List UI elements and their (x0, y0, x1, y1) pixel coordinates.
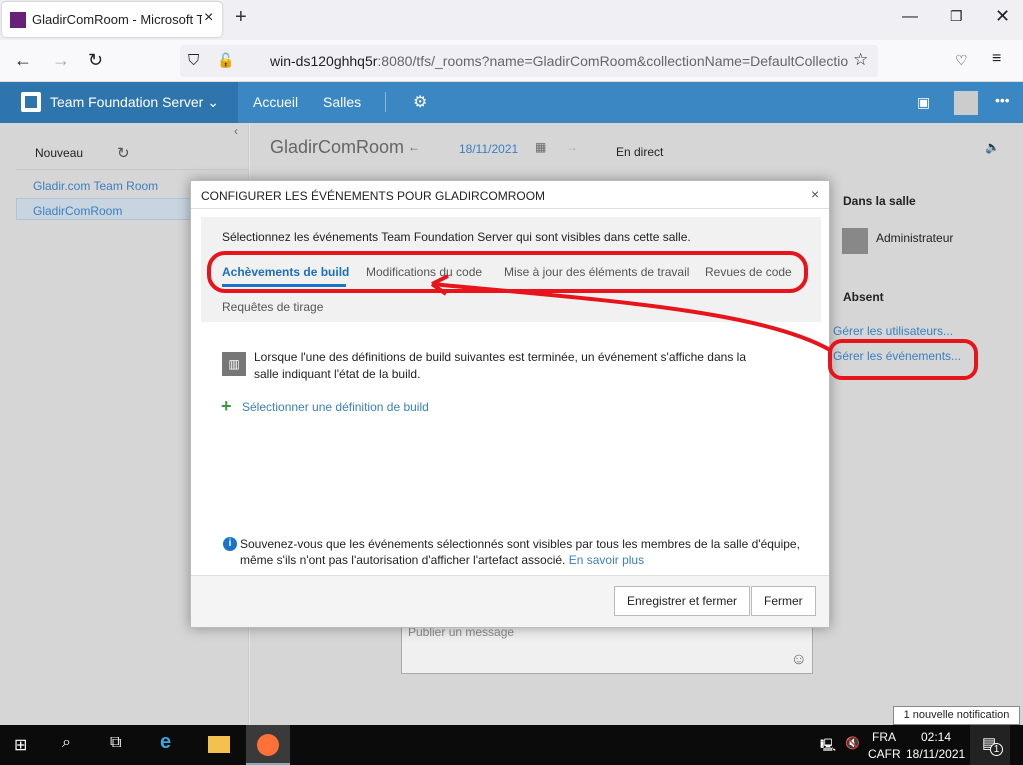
notification-toast[interactable]: 1 nouvelle notification (893, 706, 1020, 725)
network-icon[interactable]: 🖳 (820, 736, 836, 757)
clock-time[interactable]: 02:14 (921, 730, 951, 744)
action-center-button[interactable]: ▤ 1 (970, 725, 1010, 765)
clock-date[interactable]: 18/11/2021 (906, 747, 965, 761)
firefox-icon (257, 734, 279, 756)
notification-count: 1 (990, 743, 1003, 756)
volume-muted-icon[interactable]: 🔇 (845, 736, 860, 750)
file-explorer-icon[interactable] (208, 736, 230, 753)
search-icon[interactable]: ⌕ (62, 734, 71, 752)
taskbar: ⊞ ⌕ ⧉ e 🖳 🔇 FRA CAFR 02:14 18/11/2021 ▤ 1 (0, 725, 1023, 765)
red-annotation (207, 251, 978, 380)
start-icon[interactable]: ⊞ (14, 735, 27, 755)
ie-icon[interactable]: e (160, 731, 171, 754)
language-secondary[interactable]: CAFR (868, 747, 901, 761)
task-view-icon[interactable]: ⧉ (110, 734, 121, 752)
firefox-taskbar-button[interactable] (246, 725, 290, 765)
toast-text: 1 nouvelle notification (903, 709, 1010, 721)
language-primary[interactable]: FRA (872, 730, 896, 744)
